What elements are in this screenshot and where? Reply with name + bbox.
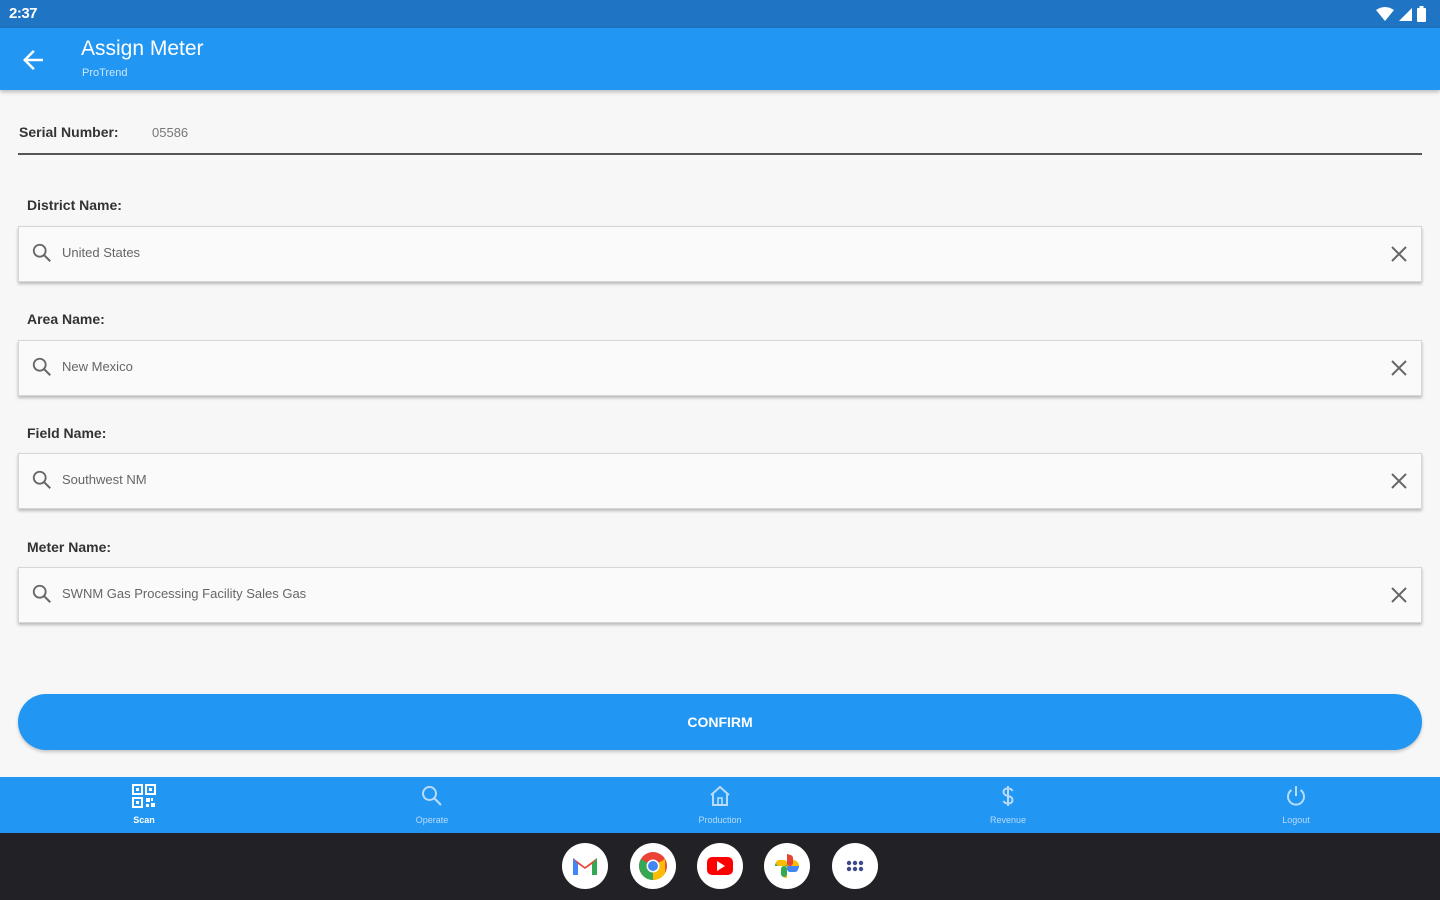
- meter-name-value: SWNM Gas Processing Facility Sales Gas: [62, 586, 307, 601]
- nav-label-revenue: Revenue: [989, 815, 1027, 825]
- arrow-back-icon: [23, 50, 43, 70]
- nav-label-operate: Operate: [415, 815, 449, 825]
- app-drawer[interactable]: [832, 843, 878, 889]
- confirm-button[interactable]: CONFIRM: [18, 694, 1422, 750]
- nav-label-production: Production: [698, 815, 742, 825]
- search-icon: [32, 357, 51, 376]
- power-icon: [1287, 786, 1305, 806]
- wifi-icon: [1376, 6, 1394, 21]
- nav-item-revenue[interactable]: Revenue: [864, 777, 1152, 833]
- signal-icon: [1399, 7, 1412, 21]
- chrome-app[interactable]: [630, 843, 676, 889]
- search-icon: [32, 584, 51, 603]
- nav-item-production[interactable]: Production: [576, 777, 864, 833]
- app-bar: Assign Meter ProTrend: [0, 28, 1440, 90]
- close-icon[interactable]: [1389, 358, 1409, 378]
- app-drawer-icon: [846, 860, 864, 872]
- nav-item-scan[interactable]: Scan: [0, 777, 288, 833]
- district-name-label: District Name:: [27, 197, 122, 213]
- field-name-search[interactable]: Southwest NM: [18, 453, 1422, 509]
- photos-icon: [775, 854, 799, 878]
- area-name-label: Area Name:: [27, 311, 105, 327]
- youtube-icon: [707, 857, 733, 875]
- close-icon[interactable]: [1389, 585, 1409, 605]
- battery-icon: [1417, 6, 1426, 22]
- status-bar: 2:37: [0, 0, 1440, 28]
- dollar-icon: [1002, 786, 1014, 806]
- serial-number-value: 05586: [152, 125, 189, 140]
- bottom-navigation: Scan Operate Production Revenue Logout: [0, 777, 1440, 833]
- system-dock: [0, 833, 1440, 900]
- back-button[interactable]: [18, 45, 48, 75]
- chrome-icon: [639, 852, 667, 880]
- close-icon[interactable]: [1389, 244, 1409, 264]
- nav-label-logout: Logout: [1282, 815, 1310, 825]
- district-name-value: United States: [62, 245, 141, 260]
- search-icon: [32, 470, 51, 489]
- status-icons: [1376, 6, 1426, 22]
- district-name-search[interactable]: United States: [18, 226, 1422, 282]
- nav-label-scan: Scan: [133, 815, 155, 825]
- page-subtitle: ProTrend: [82, 67, 128, 79]
- search-icon: [422, 786, 442, 806]
- close-icon[interactable]: [1389, 471, 1409, 491]
- meter-name-label: Meter Name:: [27, 539, 112, 555]
- nav-item-operate[interactable]: Operate: [288, 777, 576, 833]
- youtube-app[interactable]: [697, 843, 743, 889]
- area-name-search[interactable]: New Mexico: [18, 340, 1422, 396]
- search-icon: [32, 243, 51, 262]
- gmail-icon: [573, 858, 597, 875]
- gmail-app[interactable]: [562, 843, 608, 889]
- serial-number-label: Serial Number:: [19, 124, 119, 140]
- status-time: 2:37: [9, 5, 38, 22]
- meter-name-search[interactable]: SWNM Gas Processing Facility Sales Gas: [18, 567, 1422, 623]
- page-title: Assign Meter: [81, 37, 204, 60]
- photos-app[interactable]: [764, 843, 810, 889]
- qr-code-icon: [132, 784, 156, 808]
- area-name-value: New Mexico: [62, 359, 133, 374]
- field-name-label: Field Name:: [27, 425, 107, 441]
- nav-item-logout[interactable]: Logout: [1152, 777, 1440, 833]
- home-icon: [710, 785, 730, 806]
- field-name-value: Southwest NM: [62, 472, 147, 487]
- serial-number-row: Serial Number: 05586: [18, 118, 1422, 155]
